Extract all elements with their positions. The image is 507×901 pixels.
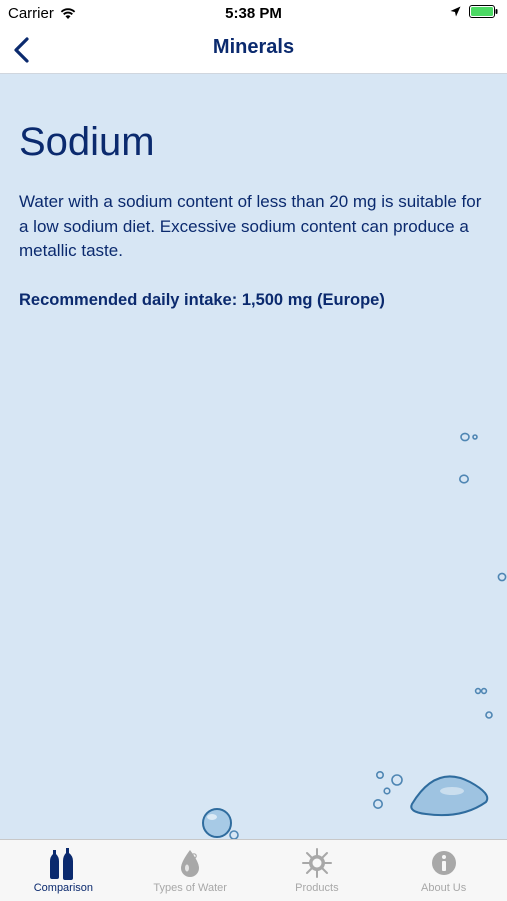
battery-icon [469, 5, 498, 18]
mineral-detail: Sodium Water with a sodium content of le… [0, 74, 507, 839]
bottles-icon [50, 848, 74, 880]
tab-label: About Us [421, 882, 467, 894]
tab-comparison[interactable]: Comparison [0, 840, 127, 901]
navigation-bar: Minerals [0, 28, 507, 74]
tab-about-us[interactable]: About Us [380, 840, 507, 901]
water-drop-icon [181, 850, 200, 877]
location-arrow-icon [450, 6, 461, 17]
tab-label: Products [295, 882, 339, 894]
tab-products[interactable]: Products [254, 840, 381, 901]
mineral-description: Water with a sodium content of less than… [19, 192, 482, 260]
status-right [450, 5, 499, 18]
tab-bar: Comparison Types of Water Products About… [0, 839, 507, 901]
mineral-title: Sodium [19, 120, 155, 164]
clock: 5:38 PM [225, 5, 282, 22]
compass-icon [301, 848, 332, 878]
tab-types-of-water[interactable]: Types of Water [127, 840, 254, 901]
tab-label: Comparison [33, 882, 94, 894]
tab-label: Types of Water [153, 882, 227, 894]
recommended-intake: Recommended daily intake: 1,500 mg (Euro… [19, 291, 385, 309]
nav-title: Minerals [212, 36, 295, 58]
info-icon [431, 851, 456, 875]
water-bubbles-decoration [202, 432, 507, 839]
status-bar: Carrier 5:38 PM [0, 0, 507, 28]
